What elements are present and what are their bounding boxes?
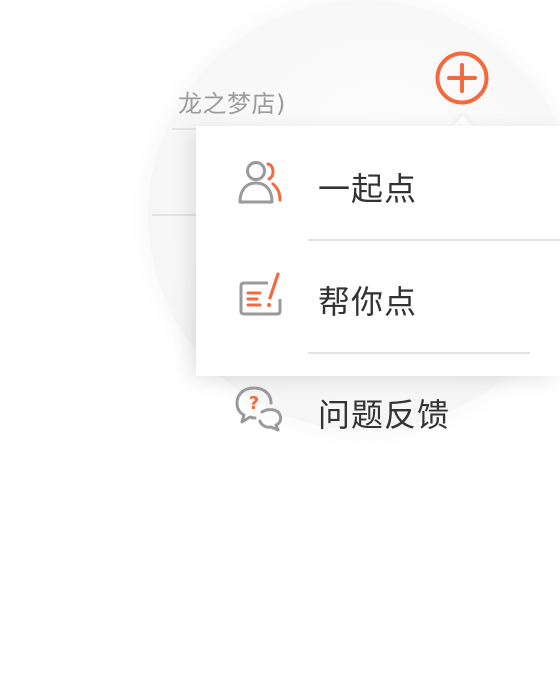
menu-item-feedback[interactable]: ? 问题反馈 <box>230 368 560 448</box>
menu-item-label: 一起点 <box>318 170 418 208</box>
add-button[interactable] <box>434 50 490 106</box>
svg-text:?: ? <box>249 393 259 414</box>
screen: 龙之梦店) 一起点 帮你点 ? 问题反馈 <box>0 0 560 680</box>
question-chat-icon: ? <box>234 382 286 434</box>
menu-item-group-order[interactable]: 一起点 <box>230 142 560 222</box>
menu-item-help-order[interactable]: 帮你点 <box>230 255 560 335</box>
menu-item-label: 问题反馈 <box>318 396 451 434</box>
menu-item-label: 帮你点 <box>318 283 418 321</box>
menu-divider <box>308 352 530 354</box>
plus-circle-icon <box>435 51 489 105</box>
group-users-icon <box>234 156 286 208</box>
store-name: 龙之梦店) <box>178 90 286 118</box>
menu-divider <box>308 239 560 241</box>
edit-note-icon <box>234 269 286 321</box>
